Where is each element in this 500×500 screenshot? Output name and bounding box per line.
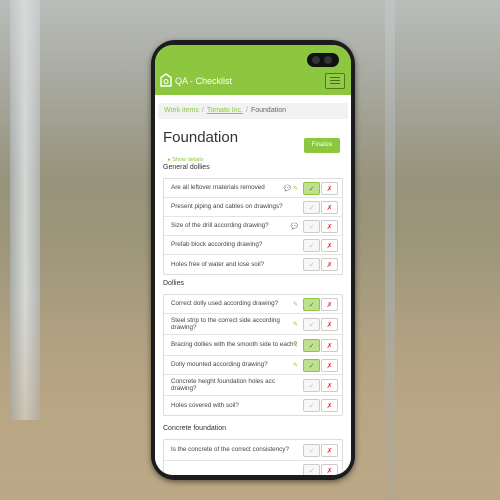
breadcrumb-company[interactable]: Tomato Inc. [207, 107, 243, 114]
home-logo-icon [160, 73, 172, 87]
checklist-item: Size of the drill according drawing? 💬 ✓ ✗ [164, 217, 342, 236]
show-details-link[interactable]: ▸ Show details [168, 157, 203, 163]
approve-button[interactable]: ✓ [303, 318, 320, 331]
reject-button[interactable]: ✗ [321, 220, 338, 233]
checklist-item: Are all leftover materials removed 💬 ✎ ✓ ✗ [164, 179, 342, 198]
checklist-item-text: Holes covered with soil? [171, 401, 239, 409]
checklist: Are all leftover materials removed 💬 ✎ ✓ ✗ Pr… [163, 178, 343, 275]
checklist-item-text: Are all leftover materials removed [171, 184, 265, 192]
checklist-item: Concrete height foundation holes acc dra… [164, 375, 342, 396]
item-icons: ✎ [293, 356, 298, 374]
approve-button[interactable]: ✓ [303, 182, 320, 195]
checklist-item-text: Concrete height foundation holes acc dra… [171, 377, 275, 393]
approve-button[interactable]: ✓ [303, 464, 320, 475]
comment-icon[interactable]: 💬 [283, 185, 290, 192]
item-icons: ✎ [293, 295, 298, 313]
item-icons: 💬 [291, 217, 298, 235]
breadcrumb-separator: / [201, 107, 204, 114]
breadcrumb-current: Foundation [250, 107, 286, 114]
camera-cutout [307, 53, 339, 67]
checklist-item: Steel strip to the correct side accordin… [164, 314, 342, 335]
checklist-item: Correct dolly used according drawing? ✎ ✓ ✗ [164, 295, 342, 314]
app-title: QA - Checklist [175, 76, 233, 86]
reject-button[interactable]: ✗ [321, 464, 338, 475]
approve-button[interactable]: ✓ [303, 201, 320, 214]
checklist-item-text: Holes free of water and lose soil? [171, 260, 265, 268]
checklist: Is the concrete of the correct consisten… [163, 439, 343, 475]
hamburger-menu-button[interactable] [325, 73, 345, 89]
approve-button[interactable]: ✓ [303, 339, 320, 352]
finalize-button[interactable]: Finalize [304, 138, 340, 153]
approve-button[interactable]: ✓ [303, 399, 320, 412]
attachment-icon[interactable]: ✎ [293, 301, 298, 308]
phone-screen: QA - Checklist Work items / Tomato Inc. / Fo… [155, 45, 351, 475]
checklist-item-text: Is the concrete of the correct consisten… [171, 446, 289, 454]
attachment-icon[interactable]: ✎ [293, 342, 298, 349]
checklist-item-text: Prefab block according drawing? [171, 241, 263, 249]
checklist-item-text: Steel strip to the correct side accordin… [171, 316, 280, 332]
reject-button[interactable]: ✗ [321, 318, 338, 331]
attachment-icon[interactable]: ✎ [293, 362, 298, 369]
reject-button[interactable]: ✗ [321, 359, 338, 372]
checklist: Correct dolly used according drawing? ✎ ✓ ✗… [163, 294, 343, 416]
section-title: General dollies [163, 164, 210, 171]
checklist-item: Present piping and cables on drawings? ✓ ✗ [164, 198, 342, 217]
section-title: Dollies [163, 280, 185, 287]
reject-button[interactable]: ✗ [321, 201, 338, 214]
approve-button[interactable]: ✓ [303, 359, 320, 372]
checklist-item: Prefab block according drawing? ✓ ✗ [164, 236, 342, 255]
item-icons: 💬 ✎ [283, 179, 298, 197]
checklist-item: Is the concrete of the correct consisten… [164, 440, 342, 461]
attachment-icon[interactable]: ✎ [293, 321, 298, 328]
approve-button[interactable]: ✓ [303, 444, 320, 457]
breadcrumb-work-items[interactable]: Work items [164, 107, 199, 114]
approve-button[interactable]: ✓ [303, 258, 320, 271]
approve-button[interactable]: ✓ [303, 239, 320, 252]
page-title: Foundation [163, 129, 239, 146]
checklist-item-text: Bracing dollies with the smooth side to … [171, 341, 298, 349]
main-content: Work items / Tomato Inc. / Foundation Founda… [155, 95, 351, 475]
checklist-item: Bracing dollies with the smooth side to … [164, 335, 342, 356]
checklist-item-text: Size of the drill according drawing? [171, 222, 269, 230]
checklist-item-text: Dolly mounted according drawing? [171, 361, 268, 369]
reject-button[interactable]: ✗ [321, 379, 338, 392]
checklist-item-text: Correct dolly used according drawing? [171, 300, 279, 308]
checklist-item-text: Present piping and cables on drawings? [171, 203, 283, 211]
approve-button[interactable]: ✓ [303, 298, 320, 311]
breadcrumb: Work items / Tomato Inc. / Foundation [158, 103, 348, 119]
comment-icon[interactable]: 💬 [291, 223, 298, 230]
reject-button[interactable]: ✗ [321, 298, 338, 311]
reject-button[interactable]: ✗ [321, 444, 338, 457]
checklist-item: Holes free of water and lose soil? ✓ ✗ [164, 255, 342, 274]
approve-button[interactable]: ✓ [303, 220, 320, 233]
reject-button[interactable]: ✗ [321, 182, 338, 195]
checklist-item-text [171, 461, 298, 475]
approve-button[interactable]: ✓ [303, 379, 320, 392]
reject-button[interactable]: ✗ [321, 339, 338, 352]
reject-button[interactable]: ✗ [321, 239, 338, 252]
reject-button[interactable]: ✗ [321, 258, 338, 271]
app-bar: QA - Checklist [155, 45, 351, 95]
item-icons: ✎ [293, 335, 298, 355]
section-title: Concrete foundation [163, 425, 227, 432]
attachment-icon[interactable]: ✎ [293, 185, 298, 192]
reject-button[interactable]: ✗ [321, 399, 338, 412]
breadcrumb-separator: / [246, 107, 248, 114]
checklist-item: Dolly mounted according drawing? ✎ ✓ ✗ [164, 356, 342, 375]
item-icons: ✎ [293, 314, 298, 334]
checklist-item: ✓ ✗ [164, 461, 342, 475]
checklist-item: Holes covered with soil? ✓ ✗ [164, 396, 342, 415]
